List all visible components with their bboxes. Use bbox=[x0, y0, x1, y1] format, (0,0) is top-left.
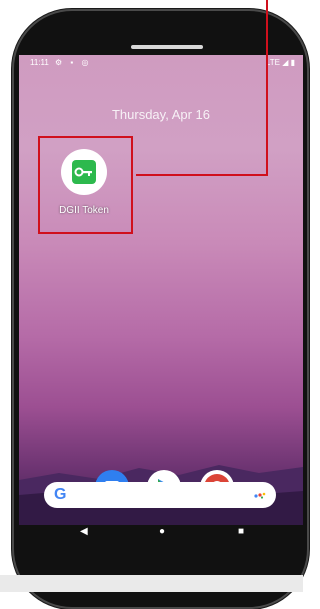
annotation-highlight-box bbox=[38, 136, 133, 234]
status-signal-icons: LTE ◢ ▮ bbox=[265, 58, 295, 67]
page-bottom-strip bbox=[0, 575, 303, 592]
navigation-bar: ◀ ● ■ bbox=[19, 512, 303, 542]
status-notification-icons: ⚙ ▪ ◎ bbox=[55, 58, 92, 67]
status-bar: 11:11 ⚙ ▪ ◎ LTE ◢ ▮ bbox=[19, 55, 303, 71]
google-search-bar[interactable]: G bbox=[44, 482, 276, 508]
annotation-line bbox=[136, 174, 267, 176]
annotation-line bbox=[266, 0, 268, 176]
recents-button[interactable]: ■ bbox=[238, 526, 244, 537]
home-button[interactable]: ● bbox=[159, 526, 165, 537]
home-screen: 11:11 ⚙ ▪ ◎ LTE ◢ ▮ Thursday, Apr 16 DGI… bbox=[19, 55, 303, 525]
status-time: 11:11 bbox=[30, 58, 49, 67]
back-button[interactable]: ◀ bbox=[80, 526, 88, 537]
google-logo: G bbox=[54, 486, 67, 503]
assistant-icon[interactable] bbox=[254, 491, 266, 499]
speaker-grille bbox=[131, 45, 203, 49]
date-widget[interactable]: Thursday, Apr 16 bbox=[19, 107, 303, 122]
